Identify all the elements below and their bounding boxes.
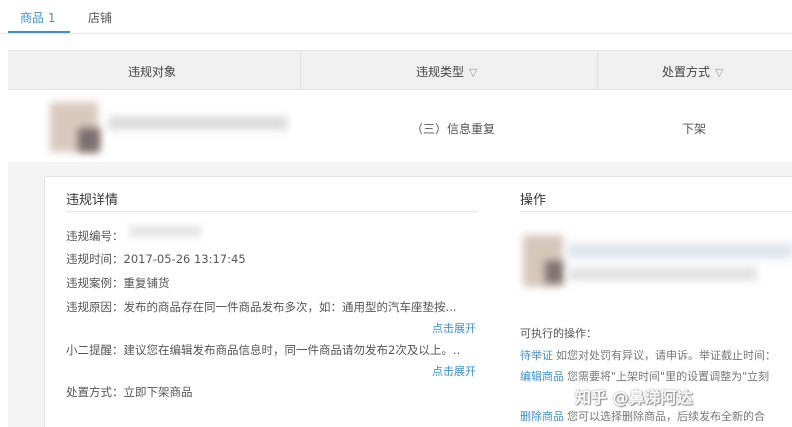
operations-title: 操作 <box>520 193 547 208</box>
delete-product-link[interactable]: 删除商品 <box>520 410 564 423</box>
appeal-link[interactable]: 待举证 <box>520 349 553 362</box>
column-header-violation-type-label: 违规类型 <box>416 65 465 79</box>
table-header: 违规对象 违规类型 ▽ 处置方式 ▽ <box>8 50 792 91</box>
violation-time: 违规时间：2017-05-26 13:17:45 <box>66 252 246 266</box>
table-row[interactable]: （三）信息重复 下架 <box>8 90 792 162</box>
violation-id-label: 违规编号： <box>66 229 124 243</box>
violation-reason: 违规原因：发布的商品存在同一件商品发布多次，如：通用型的汽车座垫按... <box>66 300 457 314</box>
expand-reminder-link[interactable]: 点击展开 <box>432 363 476 379</box>
executable-operations-label: 可执行的操作： <box>520 327 597 340</box>
handling-method-detail: 处置方式：立即下架商品 <box>66 385 193 399</box>
operation-delete: 删除商品 您可以选择删除商品，后续发布全新的合 <box>520 408 765 424</box>
filter-icon[interactable]: ▽ <box>715 66 723 79</box>
tab-stores[interactable]: 店铺 <box>88 9 112 26</box>
column-header-handling-method[interactable]: 处置方式 ▽ <box>662 63 723 80</box>
edit-product-link[interactable]: 编辑商品 <box>520 370 564 383</box>
column-header-violation-object: 违规对象 <box>128 65 177 79</box>
violation-type-cell: （三）信息重复 <box>411 122 496 136</box>
column-divider <box>300 51 301 91</box>
handling-method-cell: 下架 <box>682 122 707 136</box>
edit-product-desc: 您需要将"上架时间"里的设置调整为"立刻 <box>567 370 770 383</box>
section-divider <box>66 211 478 212</box>
delete-product-desc: 您可以选择删除商品，后续发布全新的合 <box>567 410 765 423</box>
tab-bar: 商品 1 店铺 <box>0 0 792 34</box>
operation-product-info-redacted <box>567 267 757 281</box>
violation-id-redacted <box>129 226 201 237</box>
column-header-violation-type[interactable]: 违规类型 ▽ <box>416 63 477 80</box>
product-title-redacted[interactable] <box>108 116 288 130</box>
section-divider <box>520 211 792 212</box>
expand-reason-link[interactable]: 点击展开 <box>432 320 476 336</box>
column-header-handling-method-label: 处置方式 <box>662 65 711 79</box>
operation-product-info-redacted <box>567 243 792 259</box>
column-divider <box>597 51 598 91</box>
violation-case: 违规案例：重复铺货 <box>66 276 170 290</box>
active-tab-indicator <box>8 31 70 33</box>
operation-edit: 编辑商品 您需要将"上架时间"里的设置调整为"立刻 <box>520 368 769 384</box>
appeal-desc: 如您对处罚有异议，请申诉。举证截止时间： <box>556 349 776 362</box>
product-thumbnail-detail <box>78 128 100 152</box>
watermark: 知乎 @鼻涕阿达 <box>575 388 693 407</box>
staff-reminder: 小二提醒：建议您在编辑发布商品信息时，同一件商品请勿发布2次及以上。.. <box>66 343 461 357</box>
filter-icon[interactable]: ▽ <box>469 66 477 79</box>
operation-appeal: 待举证 如您对处罚有异议，请申诉。举证截止时间： <box>520 347 776 363</box>
operation-product-thumbnail-detail <box>545 261 563 283</box>
tab-products[interactable]: 商品 1 <box>20 9 55 26</box>
violation-details-title: 违规详情 <box>66 193 119 208</box>
